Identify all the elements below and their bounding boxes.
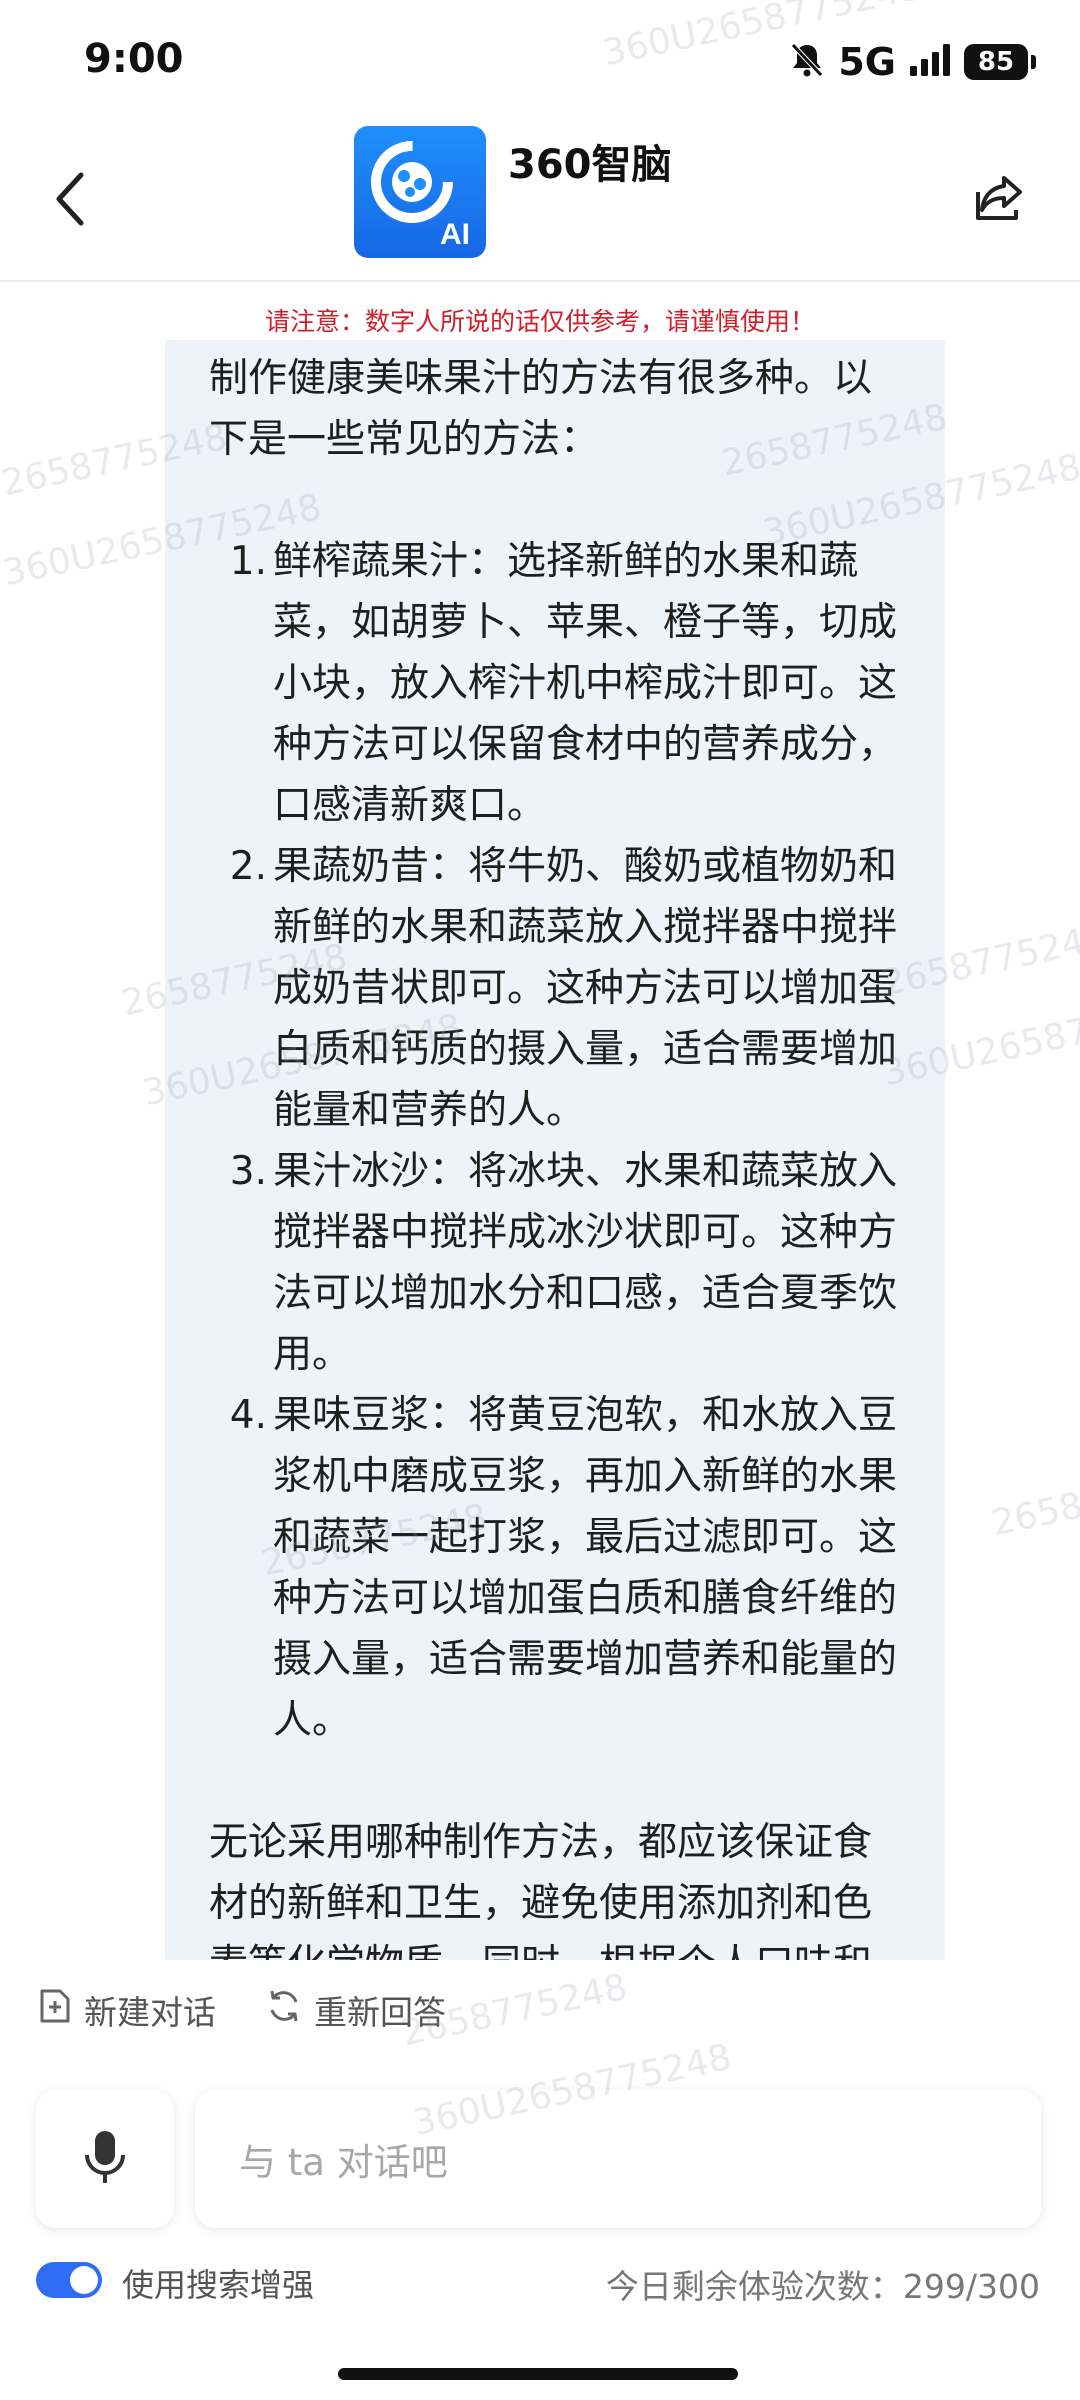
step-number: 2.: [229, 844, 267, 889]
answer-intro: 制作健康美味果汁的方法有很多种。以下是一些常见的方法：: [209, 356, 873, 462]
app-logo: AI: [354, 126, 486, 258]
list-item: 4. 果味豆浆：将黄豆泡软，和水放入豆浆机中磨成豆浆，再加入新鲜的水果和蔬菜一起打…: [209, 1385, 901, 1751]
page-title: 360智脑: [508, 142, 672, 188]
disclaimer-notice: 请注意：数字人所说的话仅供参考，请谨慎使用！: [264, 307, 815, 336]
steps-list: 1. 鲜榨蔬果汁：选择新鲜的水果和蔬菜，如胡萝卜、苹果、橙子等，切成小块，放入榨汁…: [209, 531, 901, 1751]
chat-header: AI 360智脑: [0, 120, 1080, 282]
battery-icon: 85: [964, 44, 1036, 80]
chevron-left-icon: [53, 171, 87, 231]
search-boost-label: 使用搜索增强: [122, 2266, 315, 2304]
add-chat-icon: [38, 1988, 72, 2032]
mute-bell-icon: [790, 42, 824, 82]
step-text: 果蔬奶昔：将牛奶、酸奶或植物奶和新鲜的水果和蔬菜放入搅拌器中搅拌成奶昔状即可。这…: [273, 844, 898, 1133]
refresh-icon: [266, 1988, 302, 2032]
chat-input[interactable]: 与 ta 对话吧: [195, 2090, 1041, 2228]
back-button[interactable]: [40, 156, 100, 246]
action-row: 新建对话 重新回答: [38, 1986, 446, 2034]
share-button[interactable]: [960, 160, 1040, 240]
step-number: 1.: [229, 539, 267, 584]
new-chat-button[interactable]: 新建对话: [38, 1986, 216, 2034]
voice-input-button[interactable]: [36, 2090, 174, 2228]
toggle-knob: [70, 2266, 98, 2294]
home-indicator[interactable]: [338, 2368, 738, 2380]
regenerate-button[interactable]: 重新回答: [266, 1986, 446, 2034]
step-number: 3.: [229, 1149, 267, 1194]
search-boost-toggle[interactable]: [36, 2262, 102, 2298]
step-number: 4.: [229, 1393, 267, 1438]
step-text: 果味豆浆：将黄豆泡软，和水放入豆浆机中磨成豆浆，再加入新鲜的水果和蔬菜一起打浆，…: [273, 1393, 898, 1743]
signal-icon: [910, 44, 950, 80]
list-item: 2. 果蔬奶昔：将牛奶、酸奶或植物奶和新鲜的水果和蔬菜放入搅拌器中搅拌成奶昔状即可…: [209, 836, 901, 1141]
status-time: 9:00: [84, 36, 184, 82]
share-icon: [974, 172, 1026, 228]
list-item: 1. 鲜榨蔬果汁：选择新鲜的水果和蔬菜，如胡萝卜、苹果、橙子等，切成小块，放入榨汁…: [209, 531, 901, 836]
network-type: 5G: [838, 40, 896, 84]
logo-badge: AI: [440, 218, 470, 251]
watermark: 2658775248: [988, 1456, 1080, 1545]
chat-input-placeholder: 与 ta 对话吧: [239, 2141, 448, 2184]
answer-card: 制作健康美味果汁的方法有很多种。以下是一些常见的方法： 1. 鲜榨蔬果汁：选择新鲜…: [165, 340, 945, 1960]
step-text: 果汁冰沙：将冰块、水果和蔬菜放入搅拌器中搅拌成冰沙状即可。这种方法可以增加水分和…: [273, 1149, 898, 1377]
microphone-icon: [83, 2129, 127, 2189]
usage-counter: 今日剩余体验次数：299/300: [605, 2267, 1040, 2306]
list-item: 3. 果汁冰沙：将冰块、水果和蔬菜放入搅拌器中搅拌成冰沙状即可。这种方法可以增加水…: [209, 1141, 901, 1385]
regenerate-label: 重新回答: [314, 1993, 446, 2032]
status-bar: 9:00 5G 85: [0, 0, 1080, 120]
answer-conclusion: 无论采用哪种制作方法，都应该保证食材的新鲜和卫生，避免使用添加剂和色素等化学物质…: [209, 1820, 873, 1960]
step-text: 鲜榨蔬果汁：选择新鲜的水果和蔬菜，如胡萝卜、苹果、橙子等，切成小块，放入榨汁机中…: [273, 539, 898, 828]
new-chat-label: 新建对话: [84, 1993, 216, 2032]
status-indicators: 5G 85: [790, 40, 1036, 84]
